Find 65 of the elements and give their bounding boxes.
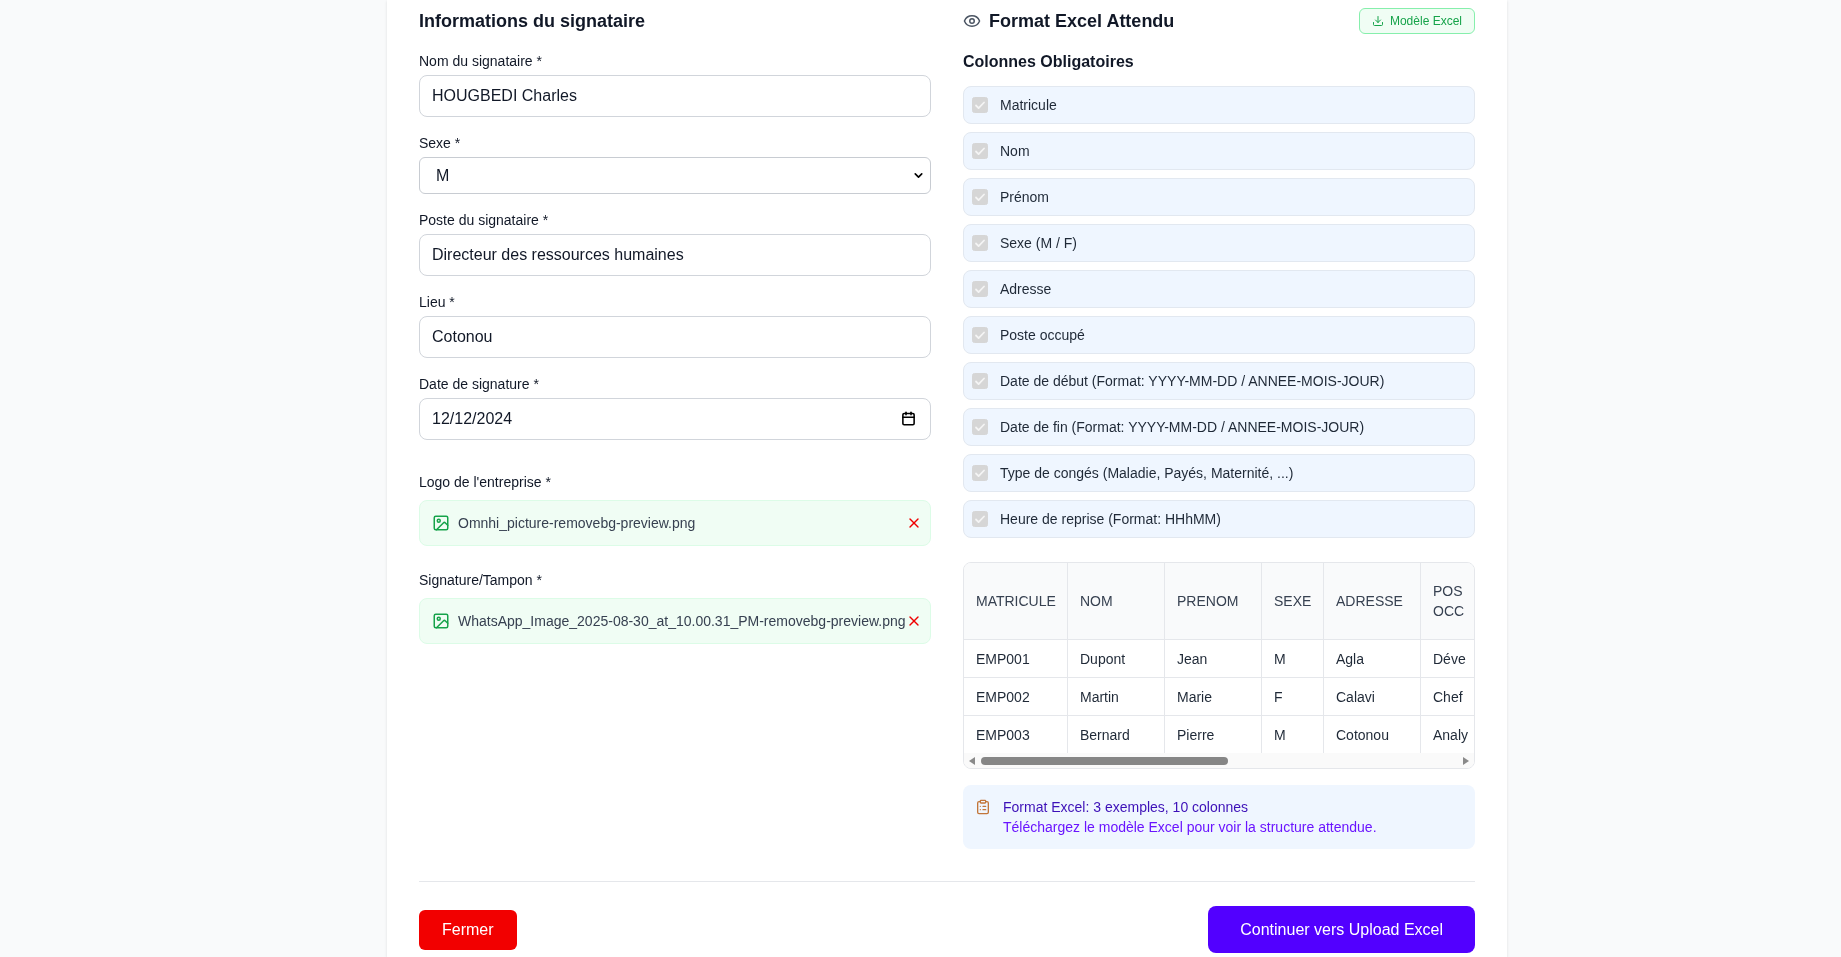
table-cell-text: Martin <box>1080 687 1119 707</box>
field-label: Date de signature * <box>419 375 540 394</box>
column-label: Sexe (M / F) <box>1000 234 1077 253</box>
table-cell-text: Bernard <box>1080 725 1130 745</box>
table-cell-text: Jean <box>1177 649 1208 669</box>
table-cell-text: EMP002 <box>976 687 1030 707</box>
table-cell-text: Dupont <box>1080 649 1126 669</box>
table-cell-text: Analy <box>1433 725 1469 745</box>
section-title: Format Excel Attendu <box>989 10 1175 33</box>
info-hint: Téléchargez le modèle Excel pour voir la structure attendue. <box>1003 818 1377 837</box>
column-header: MATRICULE <box>976 592 1056 611</box>
file-name: Omnhi_picture-removebg-preview.png <box>458 514 696 533</box>
column-label: Date de fin (Format: YYYY-MM-DD / ANNEE-MOIS-JOUR) <box>1000 418 1365 437</box>
table-cell-text: Déve <box>1433 649 1466 669</box>
scroll-left-icon[interactable] <box>969 756 975 765</box>
field-label: Logo de l'entreprise * <box>419 473 552 492</box>
column-header: ADRESSE <box>1336 592 1403 611</box>
horizontal-scrollbar[interactable] <box>964 753 1474 768</box>
field-label: Poste du signataire * <box>419 211 550 230</box>
field-label: Nom du signataire * <box>419 52 543 71</box>
column-label: Adresse <box>1000 280 1052 299</box>
table-cell-text: Marie <box>1177 687 1212 707</box>
table-cell-text: Pierre <box>1177 725 1215 745</box>
column-header: PRENOM <box>1177 592 1239 611</box>
eye-icon <box>963 12 981 30</box>
date-input[interactable]: 12/12/2024 <box>419 398 931 440</box>
text-input[interactable]: Directeur des ressources humaines <box>419 234 931 276</box>
text-input[interactable]: HOUGBEDI Charles <box>419 75 931 117</box>
column-label: Matricule <box>1000 96 1057 115</box>
table-cell-text: Agla <box>1336 649 1365 669</box>
column-label: Heure de reprise (Format: HHhMM) <box>1000 510 1221 529</box>
text-input[interactable]: Cotonou <box>419 316 931 358</box>
table-cell-text: EMP003 <box>976 725 1030 745</box>
column-header: NOM <box>1080 592 1113 611</box>
column-label: Nom <box>1000 142 1030 161</box>
section-title: Informations du signataire <box>419 10 647 33</box>
column-label: Poste occupé <box>1000 326 1085 345</box>
continue-button[interactable]: Continuer vers Upload Excel <box>1208 906 1475 953</box>
download-icon <box>1371 15 1384 27</box>
table-cell-text: M <box>1274 725 1286 745</box>
table-cell-text: Cotonou <box>1336 725 1389 745</box>
calendar-icon[interactable] <box>901 411 916 426</box>
image-icon <box>432 612 450 630</box>
field-label: Signature/Tampon * <box>419 571 543 590</box>
select-field[interactable]: M <box>419 157 931 194</box>
scrollbar-thumb[interactable] <box>981 756 1228 765</box>
file-name: WhatsApp_Image_2025-08-30_at_10.00.31_PM-removebg-preview.png <box>458 612 906 631</box>
column-header: SEXE <box>1274 592 1312 611</box>
field-label: Lieu * <box>419 293 456 312</box>
image-icon <box>432 514 450 532</box>
table-cell-text: Calavi <box>1336 687 1375 707</box>
clipboard-icon <box>975 798 991 816</box>
scroll-right-icon[interactable] <box>1463 756 1469 765</box>
table-cell-text: EMP001 <box>976 649 1030 669</box>
column-header: POS OCC <box>1433 582 1466 621</box>
column-label: Date de début (Format: YYYY-MM-DD / ANNEE-MOIS-JOUR) <box>1000 372 1385 391</box>
table-cell-text: Chef <box>1433 687 1463 707</box>
field-label: Sexe * <box>419 134 462 153</box>
column-label: Type de congés (Maladie, Payés, Maternité, ...) <box>1000 464 1294 483</box>
table-cell-text: F <box>1274 687 1283 707</box>
close-button[interactable]: Fermer <box>419 909 517 950</box>
table-cell-text: M <box>1274 649 1286 669</box>
column-label: Prénom <box>1000 188 1050 207</box>
info-summary: Format Excel: 3 exemples, 10 colonnes <box>1003 798 1250 817</box>
subsection-title: Colonnes Obligatoires <box>963 52 1135 72</box>
